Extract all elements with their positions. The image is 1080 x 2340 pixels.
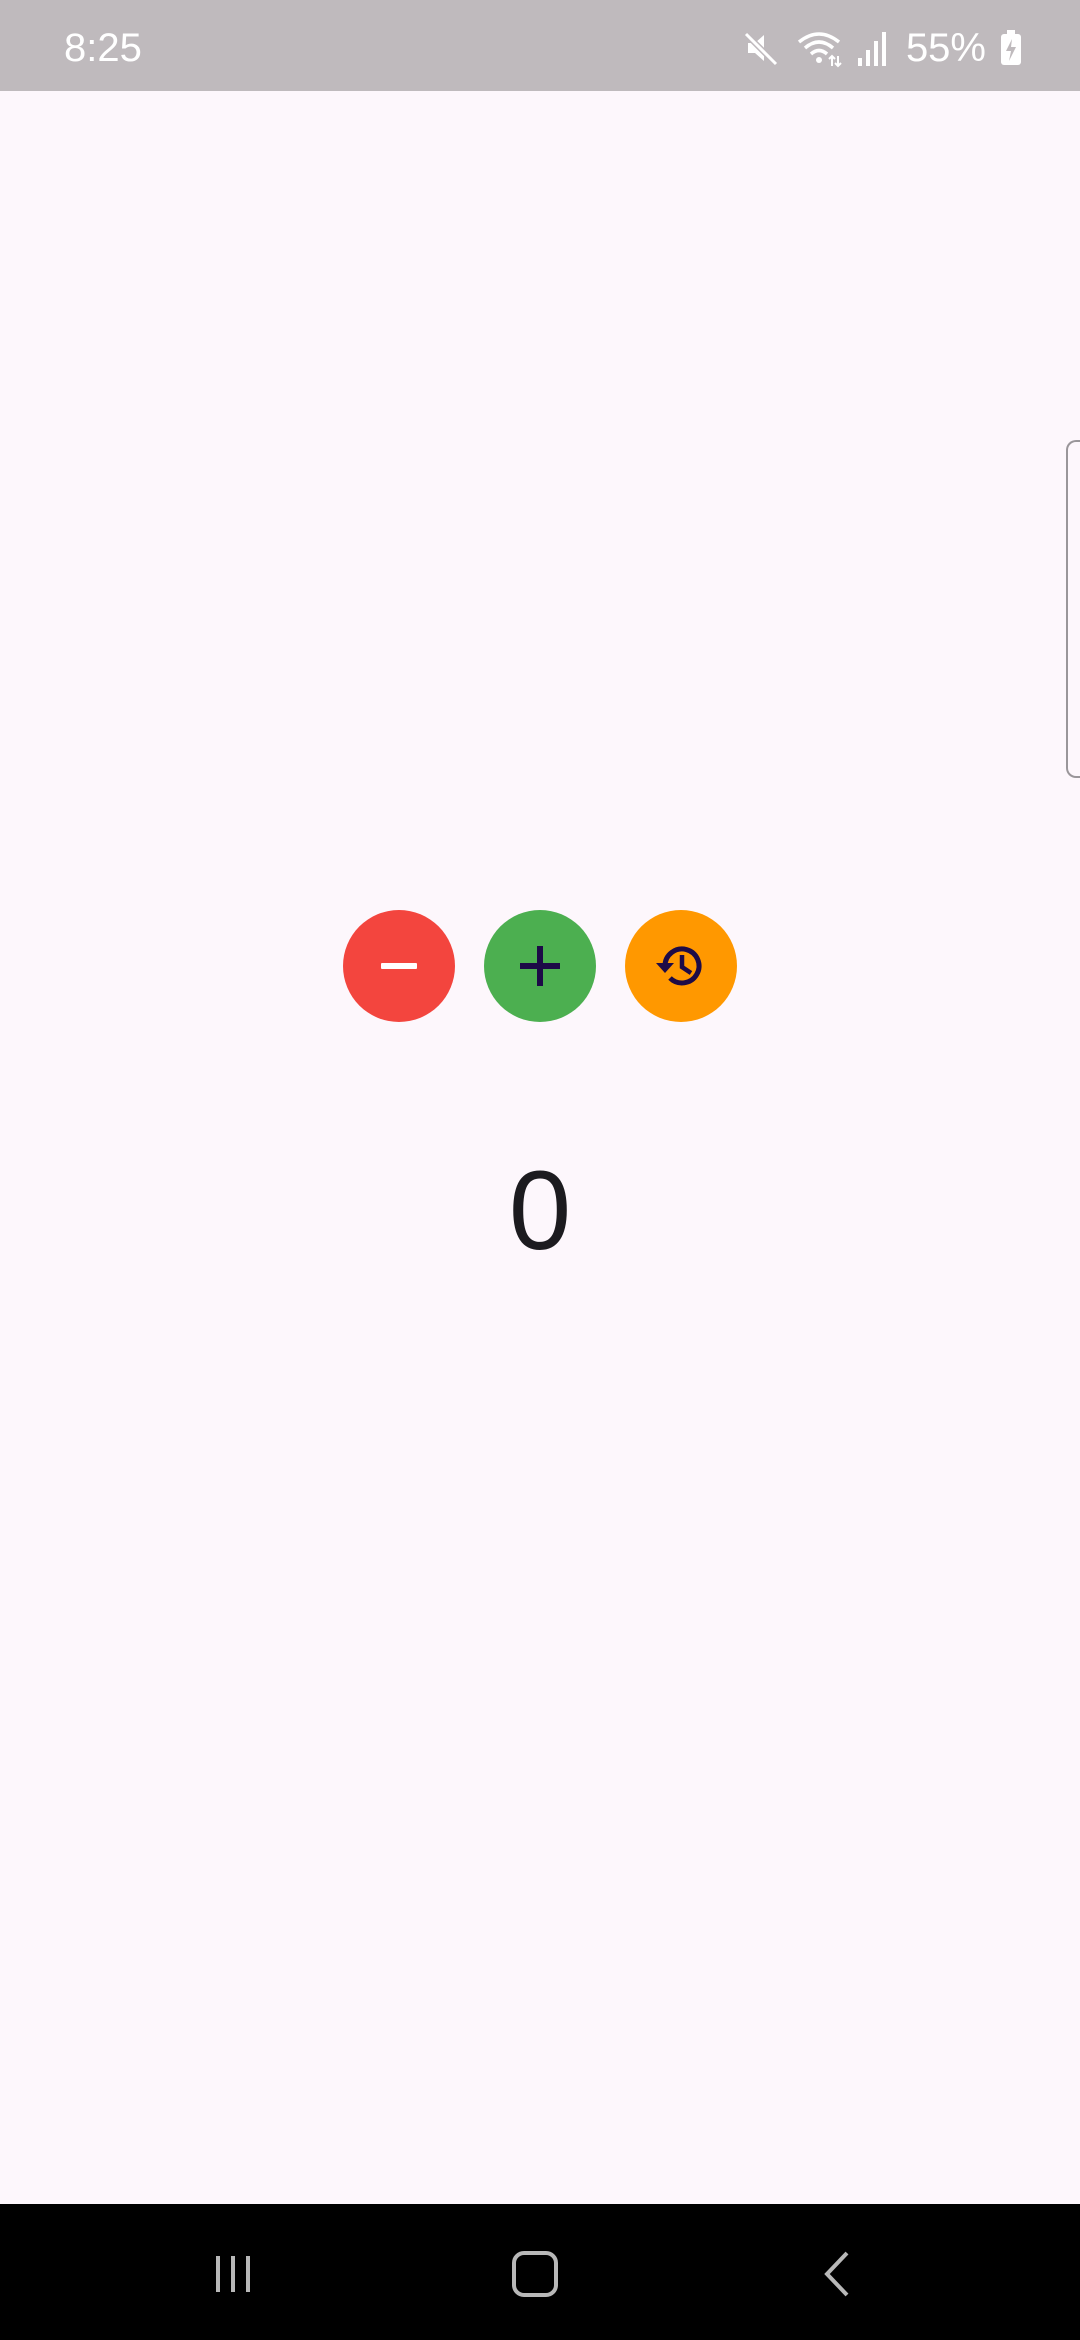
wifi-icon <box>796 28 842 68</box>
battery-charging-icon <box>1000 30 1022 66</box>
history-icon <box>656 946 702 986</box>
battery-percent: 55% <box>905 26 986 70</box>
counter-value: 0 <box>508 1148 572 1273</box>
signal-icon <box>856 28 890 68</box>
status-icons: 55% <box>742 24 1022 72</box>
recents-button[interactable] <box>193 2244 273 2304</box>
recents-icon <box>216 2256 250 2292</box>
increment-button[interactable] <box>484 910 596 1022</box>
edge-panel-handle[interactable] <box>1066 440 1080 778</box>
screen: 8:25 55% 0 <box>0 0 1080 2340</box>
minus-icon <box>381 963 417 969</box>
mute-icon <box>742 28 782 68</box>
status-bar: 8:25 55% <box>0 0 1080 91</box>
decrement-button[interactable] <box>343 910 455 1022</box>
home-icon <box>512 2251 558 2297</box>
back-button[interactable] <box>798 2244 878 2304</box>
status-time: 8:25 <box>64 26 142 70</box>
reset-button[interactable] <box>625 910 737 1022</box>
plus-icon <box>520 946 560 986</box>
counter-controls <box>343 910 737 1022</box>
navigation-bar <box>0 2204 1080 2340</box>
home-button[interactable] <box>495 2244 575 2304</box>
back-icon <box>824 2251 849 2297</box>
